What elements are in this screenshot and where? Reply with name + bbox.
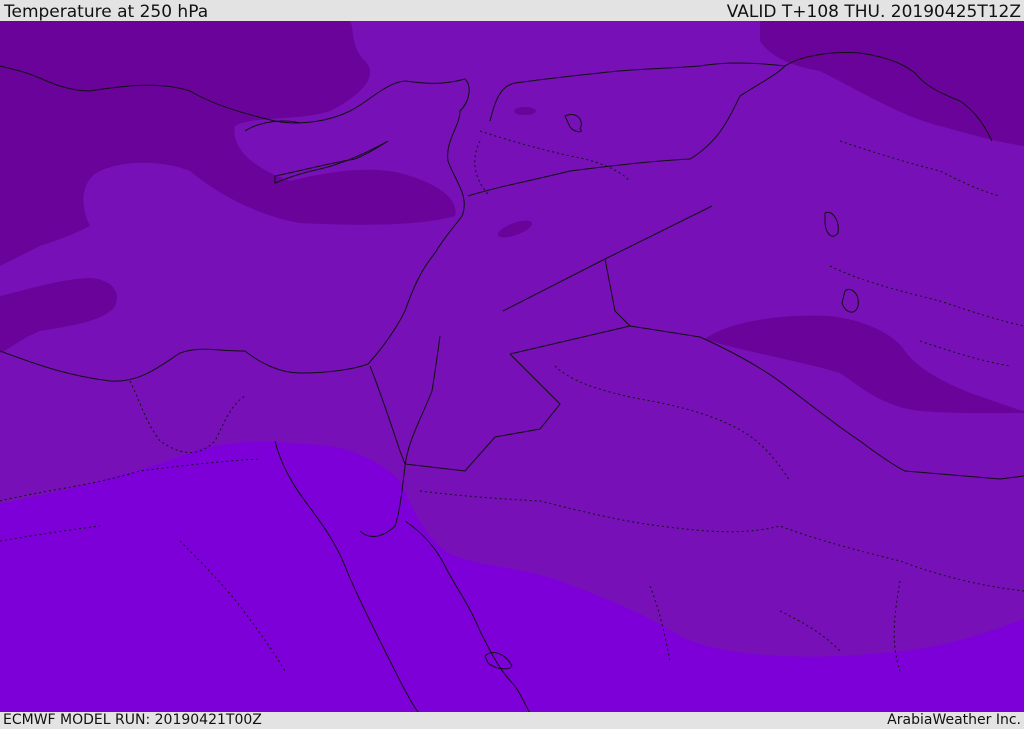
valid-time: VALID T+108 THU. 20190425T12Z [726,2,1021,22]
map-title: Temperature at 250 hPa [4,2,209,22]
model-run: ECMWF MODEL RUN: 20190421T00Z [3,712,262,728]
map-header: Temperature at 250 hPa VALID T+108 THU. … [0,0,1024,22]
map-canvas [0,21,1024,712]
brand-credit: ArabiaWeather Inc. [887,712,1021,728]
weather-map [0,21,1024,712]
temperature-blob [514,107,536,115]
temperature-blob [355,31,415,51]
map-footer: ECMWF MODEL RUN: 20190421T00Z ArabiaWeat… [0,712,1024,729]
